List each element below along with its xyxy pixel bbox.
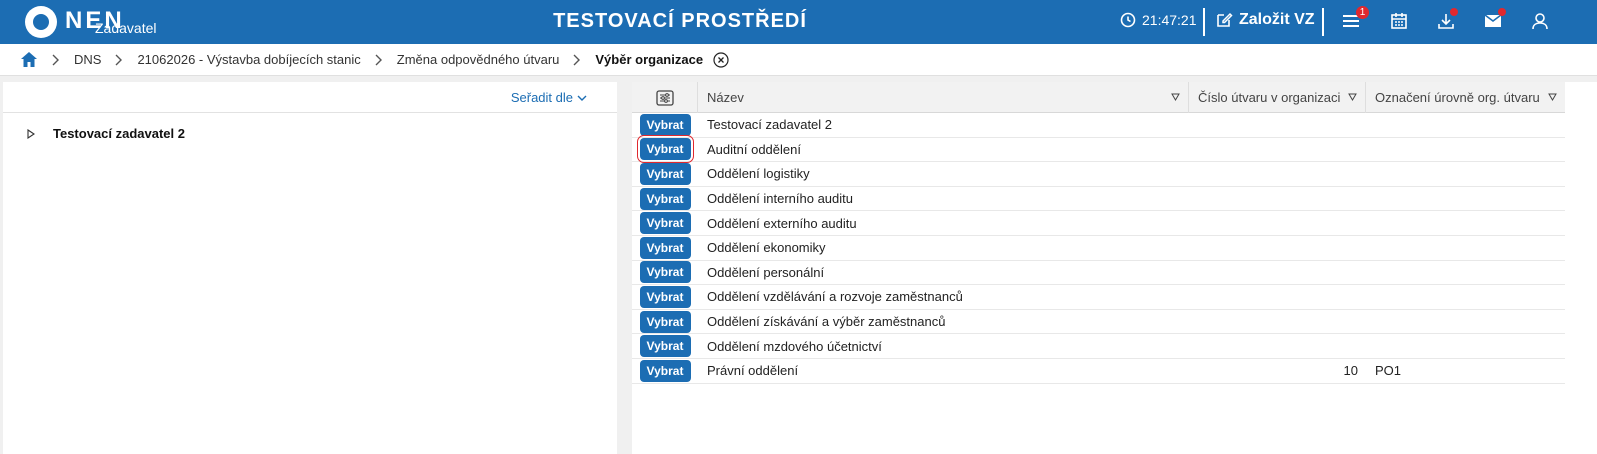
table-row[interactable]: Vybrat Oddělení vzdělávání a rozvoje zam… — [632, 285, 1565, 310]
breadcrumb-current: Výběr organizace — [595, 52, 704, 67]
tree-node[interactable]: Testovací zadavatel 2 — [27, 126, 185, 141]
breadcrumb-item-dns[interactable]: DNS — [74, 52, 101, 67]
mail-button[interactable] — [1484, 8, 1506, 35]
table-row[interactable]: Vybrat Oddělení mzdového účetnictví — [632, 334, 1565, 359]
user-button[interactable] — [1531, 12, 1549, 35]
filter-icon[interactable] — [1348, 93, 1357, 101]
chevron-down-icon — [577, 95, 587, 101]
breadcrumb-item-contract[interactable]: 21062026 - Výstavba dobíjecích stanic — [137, 52, 360, 67]
close-button[interactable] — [713, 51, 729, 68]
divider — [1322, 8, 1324, 36]
select-button[interactable]: Vybrat — [639, 113, 691, 136]
select-button[interactable]: Vybrat — [639, 236, 691, 259]
cell-name: Oddělení interního auditu — [707, 191, 853, 207]
chevron-right-icon — [573, 54, 581, 66]
cell-name: Oddělení personální — [707, 264, 825, 280]
cell-name: Oddělení vzdělávání a rozvoje zaměstnanc… — [707, 289, 963, 305]
breadcrumb: DNS 21062026 - Výstavba dobíjecích stani… — [0, 44, 1597, 76]
download-badge — [1450, 8, 1458, 16]
table-row[interactable]: Vybrat Oddělení získávání a výběr zaměst… — [632, 310, 1565, 335]
table-row[interactable]: Vybrat Testovací zadavatel 2 — [632, 113, 1565, 138]
home-link[interactable] — [20, 51, 38, 68]
menu-button[interactable]: 1 — [1342, 6, 1369, 35]
download-button[interactable] — [1437, 8, 1458, 35]
select-button[interactable]: Vybrat — [639, 162, 691, 185]
divider — [3, 112, 617, 113]
cell-name: Auditní oddělení — [707, 141, 801, 157]
clock-time: 21:47:21 — [1142, 12, 1197, 28]
clock-icon — [1120, 12, 1136, 28]
table-row[interactable]: Vybrat Právní oddělení 10 PO1 — [632, 359, 1565, 384]
cell-name: Právní oddělení — [707, 363, 799, 379]
cell-name: Testovací zadavatel 2 — [707, 117, 833, 133]
select-button[interactable]: Vybrat — [639, 187, 691, 210]
home-icon — [21, 52, 37, 67]
table-row[interactable]: Vybrat Oddělení externího auditu — [632, 211, 1565, 236]
table-row[interactable]: Vybrat Auditní oddělení — [632, 135, 1565, 164]
divider — [1203, 8, 1205, 36]
filter-icon[interactable] — [1548, 93, 1557, 101]
tree-node-label: Testovací zadavatel 2 — [53, 126, 185, 141]
calendar-icon — [1391, 13, 1407, 29]
table-row[interactable]: Vybrat Oddělení logistiky — [632, 162, 1565, 187]
select-button[interactable]: Vybrat — [639, 212, 691, 235]
table-row[interactable]: Vybrat Oddělení personální — [632, 261, 1565, 286]
filter-icon[interactable] — [1171, 93, 1180, 101]
calendar-button[interactable] — [1390, 12, 1408, 35]
mail-badge — [1498, 8, 1506, 16]
table-row[interactable]: Vybrat Oddělení interního auditu — [632, 187, 1565, 212]
chevron-right-icon — [115, 54, 123, 66]
select-button[interactable]: Vybrat — [639, 261, 691, 284]
column-label: Číslo útvaru v organizaci — [1198, 90, 1341, 105]
column-settings-button[interactable] — [632, 82, 698, 113]
column-label: Označení úrovně org. útvaru — [1375, 90, 1540, 105]
close-circle-icon — [713, 51, 729, 68]
select-button[interactable]: Vybrat — [639, 335, 691, 358]
sort-dropdown[interactable]: Seřadit dle — [511, 90, 587, 105]
column-label: Název — [707, 90, 744, 105]
create-vz-button[interactable]: Založit VZ — [1215, 11, 1315, 29]
settings-sliders-icon — [655, 89, 674, 106]
chevron-right-icon — [375, 54, 383, 66]
select-button[interactable]: Vybrat — [639, 359, 691, 382]
table-body: Vybrat Testovací zadavatel 2 Vybrat Audi… — [632, 113, 1565, 384]
sort-label: Seřadit dle — [510, 90, 573, 105]
top-bar: NEN Zadavatel TESTOVACÍ PROSTŘEDÍ 21:47:… — [0, 0, 1597, 44]
expand-caret-icon[interactable] — [27, 128, 35, 139]
table-header: Název Číslo útvaru v organizaci Označení… — [632, 82, 1565, 113]
select-button[interactable]: Vybrat — [639, 310, 691, 333]
select-button[interactable]: Vybrat — [639, 285, 691, 308]
select-button[interactable]: Vybrat — [636, 135, 694, 164]
breadcrumb-item-change-unit[interactable]: Změna odpovědného útvaru — [397, 52, 560, 67]
cell-name: Oddělení logistiky — [707, 166, 810, 182]
organization-tree-panel: Seřadit dle Testovací zadavatel 2 — [3, 82, 617, 454]
create-vz-label: Založit VZ — [1239, 11, 1315, 28]
cell-name: Oddělení získávání a výběr zaměstnanců — [707, 314, 946, 330]
cell-name: Oddělení ekonomiky — [707, 240, 826, 256]
cell-number: 10 — [1343, 363, 1358, 379]
column-header-unit-number[interactable]: Číslo útvaru v organizaci — [1189, 82, 1366, 113]
chevron-right-icon — [52, 54, 60, 66]
user-icon — [1532, 13, 1548, 30]
cell-name: Oddělení mzdového účetnictví — [707, 338, 882, 354]
notification-badge: 1 — [1356, 6, 1369, 19]
session-clock: 21:47:21 — [1120, 12, 1197, 28]
column-header-unit-level[interactable]: Označení úrovně org. útvaru — [1366, 82, 1565, 113]
cell-name: Oddělení externího auditu — [707, 215, 857, 231]
organization-table-panel: Název Číslo útvaru v organizaci Označení… — [632, 82, 1597, 454]
column-header-name[interactable]: Název — [698, 82, 1189, 113]
table-row[interactable]: Vybrat Oddělení ekonomiky — [632, 236, 1565, 261]
edit-icon — [1217, 12, 1233, 27]
cell-level: PO1 — [1375, 363, 1402, 379]
